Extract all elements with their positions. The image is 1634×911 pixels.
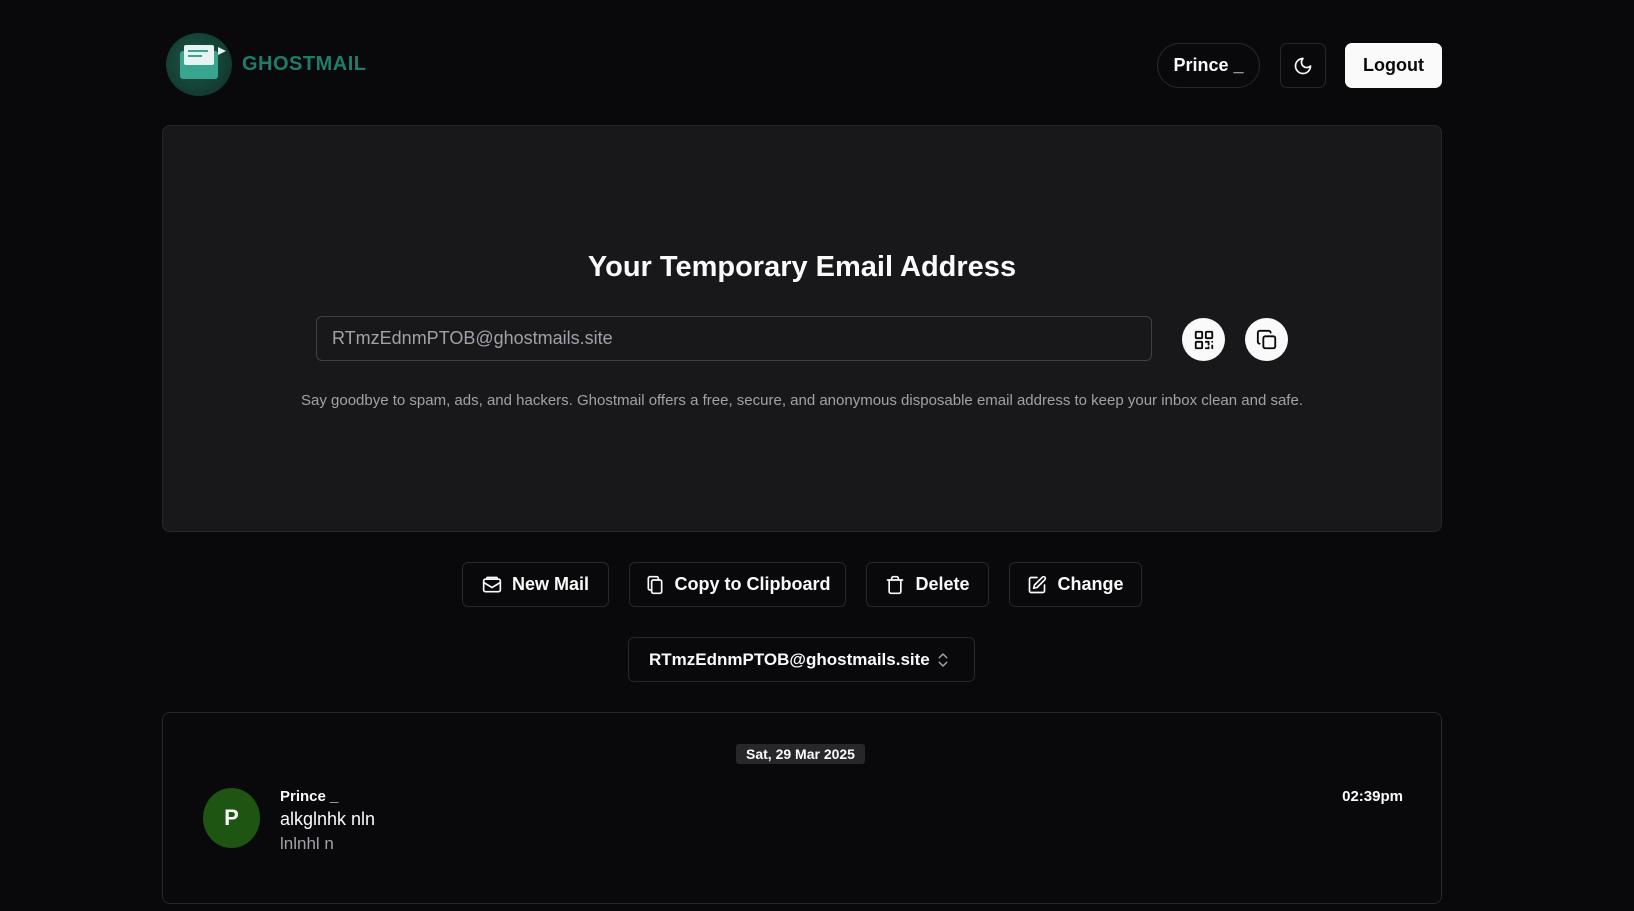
page-title: Your Temporary Email Address [587,251,1017,283]
copy-address-button[interactable] [1245,318,1288,361]
header: GHOSTMAIL Prince _ Logout [0,0,1634,120]
new-mail-label: New Mail [511,574,590,594]
brand-name: GHOSTMAIL [242,53,367,75]
email-address-field[interactable] [316,316,1152,361]
brand-logo[interactable]: GHOSTMAIL [166,33,367,96]
copy-label: Copy to Clipboard [674,574,831,594]
mail-preview: lnlnhl n [280,834,334,853]
date-separator: Sat, 29 Mar 2025 [736,744,865,764]
new-mail-button[interactable]: New Mail [462,562,609,607]
mail-sender: Prince _ [280,788,339,805]
user-menu-button[interactable]: Prince _ [1157,43,1260,88]
logout-button[interactable]: Logout [1345,43,1442,88]
action-bar: New Mail Copy to Clipboard Delete Change [0,562,1634,607]
mail-list-item[interactable]: P Prince _ alkglnhk nln lnlnhl n 02:39pm [203,788,1403,868]
mail-subject: alkglnhk nln [280,809,376,829]
trash-icon [885,575,905,595]
theme-toggle-button[interactable] [1280,43,1326,88]
selected-address: RTmzEdnmPTOB@ghostmails.site [649,649,930,669]
edit-icon [1027,575,1047,595]
temporary-email-card: Your Temporary Email Address Say good [162,125,1442,532]
delete-button[interactable]: Delete [866,562,989,607]
address-select[interactable]: RTmzEdnmPTOB@ghostmails.site [628,637,975,682]
avatar: P [203,788,260,848]
mail-open-icon [482,575,502,595]
clipboard-copy-icon [645,575,665,595]
copy-icon [1256,329,1278,351]
change-button[interactable]: Change [1009,562,1142,607]
delete-label: Delete [915,574,970,594]
qr-code-icon [1193,329,1215,351]
inbox-panel: Sat, 29 Mar 2025 P Prince _ alkglnhk nln… [162,712,1442,904]
show-qr-button[interactable] [1182,318,1225,361]
hero-description: Say goodbye to spam, ads, and hackers. G… [301,392,1303,409]
change-label: Change [1057,574,1124,594]
app-root: GHOSTMAIL Prince _ Logout Your Temporary… [0,0,1634,911]
mail-time: 02:39pm [1342,788,1403,805]
copy-to-clipboard-button[interactable]: Copy to Clipboard [629,562,846,607]
chevrons-up-down-icon [934,650,952,670]
envelope-logo-icon [166,33,232,96]
moon-icon [1293,56,1313,76]
